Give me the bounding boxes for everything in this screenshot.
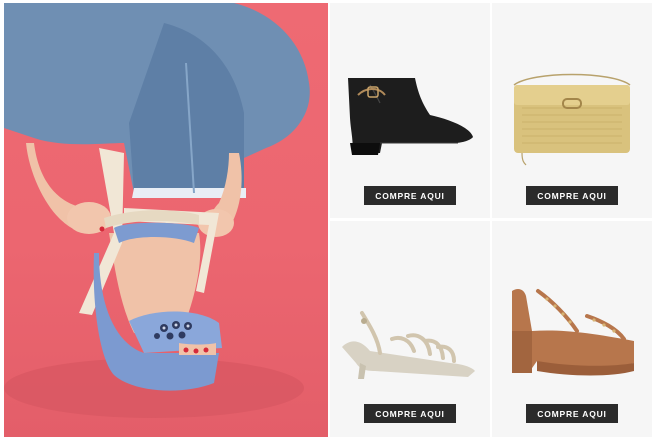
compre-aqui-button[interactable]: COMPRE AQUI — [364, 186, 456, 205]
product-showcase: COMPRE AQUI COMPRE AQUI COMPRE AQUI COMP… — [0, 0, 655, 441]
hero-lifestyle-image[interactable] — [4, 3, 328, 437]
product-card-ankle-boot[interactable]: COMPRE AQUI — [330, 3, 490, 218]
compre-aqui-button[interactable]: COMPRE AQUI — [364, 404, 456, 423]
product-card-platform-sandal[interactable]: COMPRE AQUI — [492, 221, 652, 437]
compre-aqui-button[interactable]: COMPRE AQUI — [526, 186, 618, 205]
hero-photo-illustration — [4, 3, 310, 418]
compre-aqui-button[interactable]: COMPRE AQUI — [526, 404, 618, 423]
product-card-clutch[interactable]: COMPRE AQUI — [492, 3, 652, 218]
product-card-strappy-sandal[interactable]: COMPRE AQUI — [330, 221, 490, 437]
